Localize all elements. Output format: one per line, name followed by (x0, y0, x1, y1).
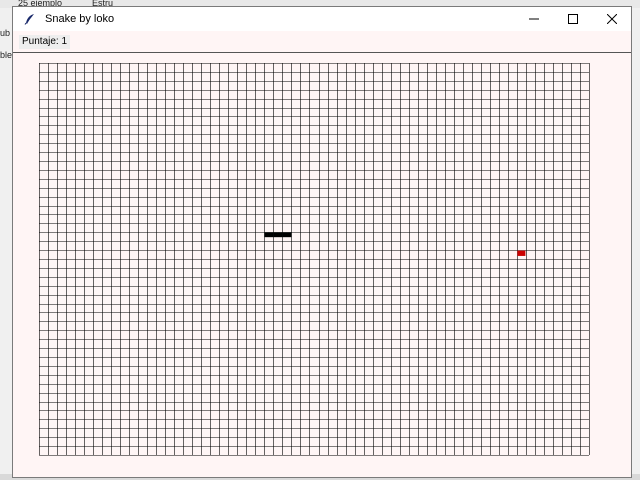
food-item (517, 250, 526, 256)
maximize-icon (567, 14, 578, 24)
window-controls (514, 7, 631, 31)
close-button[interactable] (592, 7, 631, 31)
score-label: Puntaje: 1 (19, 35, 71, 49)
minimize-icon (528, 18, 539, 20)
game-board-container (39, 63, 590, 456)
background-text-ble: ble (0, 50, 13, 60)
snake-segment (273, 232, 283, 238)
snake-segment (282, 232, 292, 238)
status-bar: Puntaje: 1 (13, 31, 631, 53)
title-bar[interactable]: Snake by loko (13, 7, 631, 31)
window-title: Snake by loko (45, 13, 115, 25)
background-left-edge: ub ble (0, 8, 12, 480)
maximize-button[interactable] (553, 7, 592, 31)
background-text-ub: ub (0, 28, 11, 38)
feather-icon (23, 12, 37, 26)
snake-segment (264, 232, 274, 238)
minimize-button[interactable] (514, 7, 553, 31)
close-icon (606, 14, 617, 24)
background-right-edge (632, 8, 640, 480)
game-board[interactable] (39, 63, 590, 456)
board-background (39, 63, 589, 455)
snake-window: Snake by loko Puntaje: 1 (12, 6, 632, 478)
